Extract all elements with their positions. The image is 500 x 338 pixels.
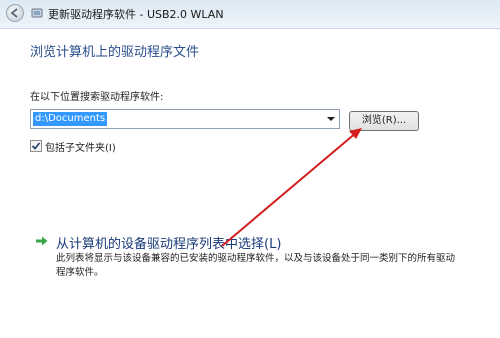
green-arrow-icon bbox=[36, 236, 48, 246]
device-icon bbox=[31, 8, 43, 18]
search-location-label: 在以下位置搜索驱动程序软件: bbox=[30, 92, 164, 103]
window-title: 更新驱动程序软件 - USB2.0 WLAN bbox=[48, 8, 224, 21]
page-heading: 浏览计算机上的驱动程序文件 bbox=[30, 45, 200, 60]
include-subfolders-checkbox[interactable] bbox=[30, 140, 42, 152]
checkmark-icon bbox=[31, 142, 41, 150]
title-bar: 更新驱动程序软件 - USB2.0 WLAN bbox=[0, 0, 500, 29]
path-input[interactable]: d:\Documents bbox=[33, 112, 108, 126]
include-subfolders-label[interactable]: 包括子文件夹(I) bbox=[45, 139, 116, 154]
chevron-down-icon[interactable] bbox=[326, 114, 336, 124]
back-button[interactable] bbox=[6, 4, 24, 22]
path-combobox[interactable]: d:\Documents bbox=[30, 109, 340, 129]
pick-from-list-description: 此列表将显示与该设备兼容的已安装的驱动程序软件，以及与该设备处于同一类别下的所有… bbox=[56, 253, 456, 278]
back-arrow-icon bbox=[10, 8, 18, 18]
pick-from-list-title[interactable]: 从计算机的设备驱动程序列表中选择(L) bbox=[56, 233, 281, 252]
browse-button[interactable]: 浏览(R)... bbox=[349, 111, 419, 131]
